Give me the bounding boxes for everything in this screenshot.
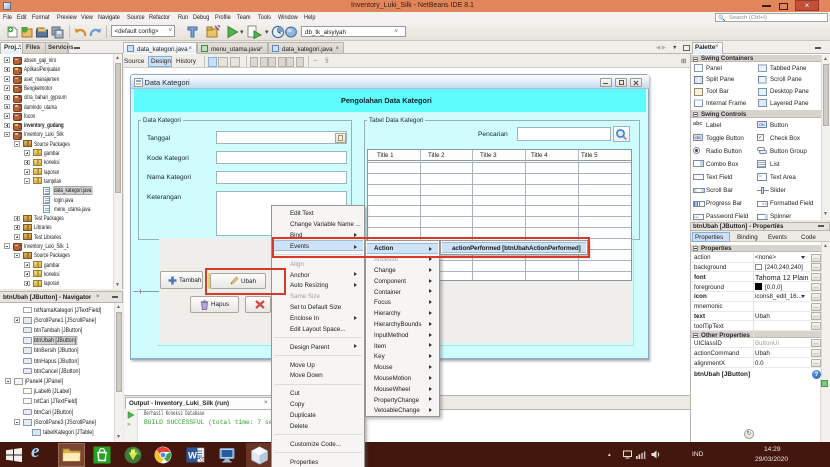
- svg-text:W: W: [188, 451, 197, 462]
